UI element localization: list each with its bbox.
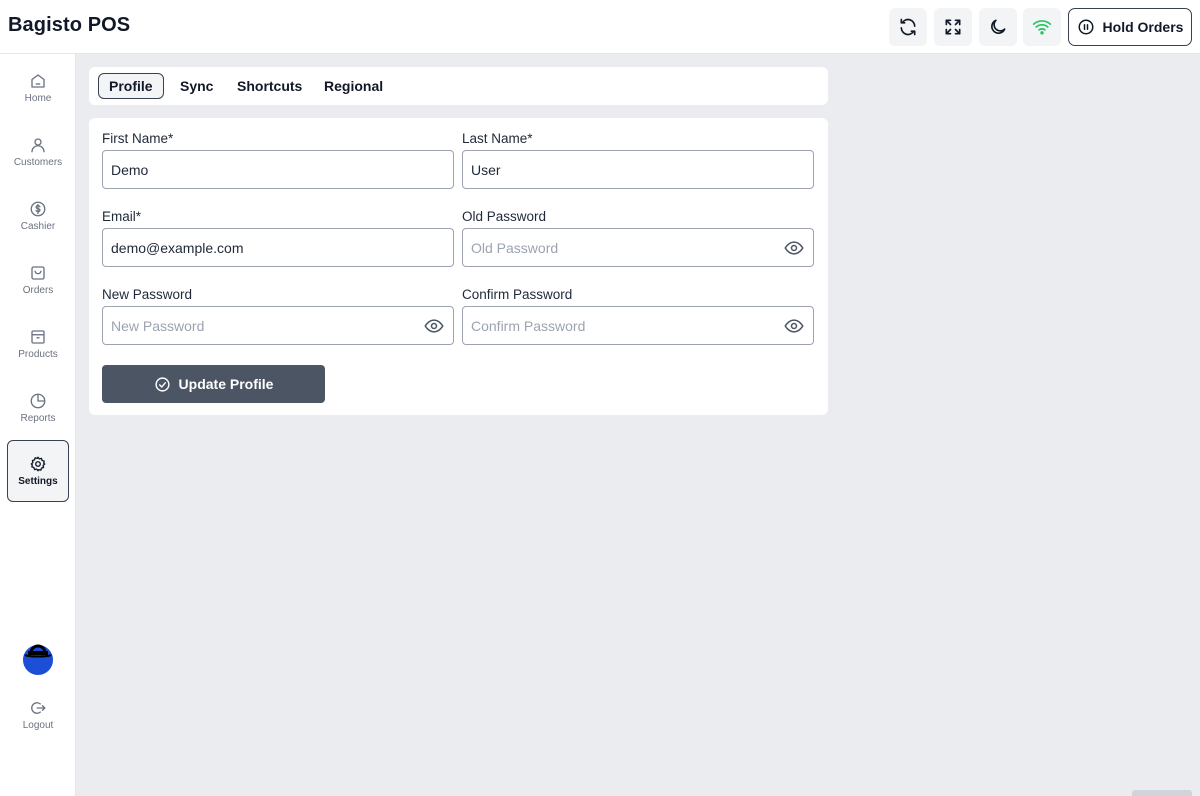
dark-mode-button[interactable] [979,8,1017,46]
settings-tabs: Profile Sync Shortcuts Regional [89,67,828,105]
connection-status-button[interactable] [1023,8,1061,46]
tab-shortcuts[interactable]: Shortcuts [227,73,312,99]
gear-icon [30,456,46,472]
confirm-password-field[interactable]: Confirm Password [462,306,814,345]
email-label: Email* [102,209,142,224]
last-name-field[interactable]: User [462,150,814,189]
fullscreen-icon [945,19,961,35]
pause-circle-icon [1078,19,1094,35]
new-password-label: New Password [102,287,193,302]
old-password-label: Old Password [462,209,547,224]
sidebar-item-label: Orders [22,285,54,296]
pie-chart-icon [30,393,46,409]
eye-icon[interactable] [784,239,804,257]
sidebar-item-settings[interactable]: Settings [7,440,69,502]
moon-icon [991,19,1006,34]
update-profile-label: Update Profile [178,376,274,392]
sidebar-item-label: Reports [20,413,56,424]
hold-orders-label: Hold Orders [1102,19,1184,35]
sync-button[interactable] [889,8,927,46]
logout-button[interactable]: Logout [7,684,69,746]
update-profile-button[interactable]: Update Profile [102,365,325,403]
new-password-field[interactable]: New Password [102,306,454,345]
sidebar-item-customers[interactable]: Customers [7,121,69,183]
dollar-icon [30,201,46,217]
fullscreen-button[interactable] [934,8,972,46]
bag-icon [31,266,45,280]
sidebar-item-label: Products [18,349,58,360]
sidebar-item-cashier[interactable]: Cashier [7,185,69,247]
sidebar-item-products[interactable]: Products [7,313,69,375]
wifi-icon [1032,20,1052,35]
first-name-field[interactable]: Demo [102,150,454,189]
avatar[interactable] [22,643,54,675]
eye-icon[interactable] [784,317,804,335]
sidebar-item-label: Home [24,93,52,104]
home-icon [31,74,45,88]
hold-orders-button[interactable]: Hold Orders [1068,8,1192,46]
confirm-password-placeholder: Confirm Password [471,317,586,334]
first-name-label: First Name* [102,131,174,146]
sidebar: Home Customers Cashier Orders Products R… [0,54,76,796]
logout-label: Logout [22,720,54,731]
old-password-placeholder: Old Password [471,239,559,256]
check-circle-icon [154,376,170,392]
last-name-label: Last Name* [462,131,533,146]
email-field[interactable]: demo@example.com [102,228,454,267]
logout-icon [31,702,46,714]
sidebar-item-label: Settings [18,476,58,487]
tab-sync[interactable]: Sync [170,73,223,99]
sidebar-item-orders[interactable]: Orders [7,249,69,311]
old-password-field[interactable]: Old Password [462,228,814,267]
scrollbar[interactable] [1132,790,1192,796]
tab-regional[interactable]: Regional [314,73,393,99]
eye-icon[interactable] [424,317,444,335]
profile-form: First Name* Demo Last Name* User Email* … [89,118,828,415]
confirm-password-label: Confirm Password [462,287,573,302]
user-icon [31,138,45,153]
tab-profile[interactable]: Profile [98,73,164,99]
app-title: Bagisto POS [8,14,131,36]
sidebar-item-home[interactable]: Home [7,57,69,119]
archive-icon [31,330,45,344]
sync-icon [900,18,916,36]
sidebar-item-label: Customers [13,157,63,168]
new-password-placeholder: New Password [111,317,205,334]
sidebar-item-reports[interactable]: Reports [7,377,69,439]
sidebar-item-label: Cashier [20,221,56,232]
top-bar: Bagisto POS Hold Orders [0,0,1200,54]
